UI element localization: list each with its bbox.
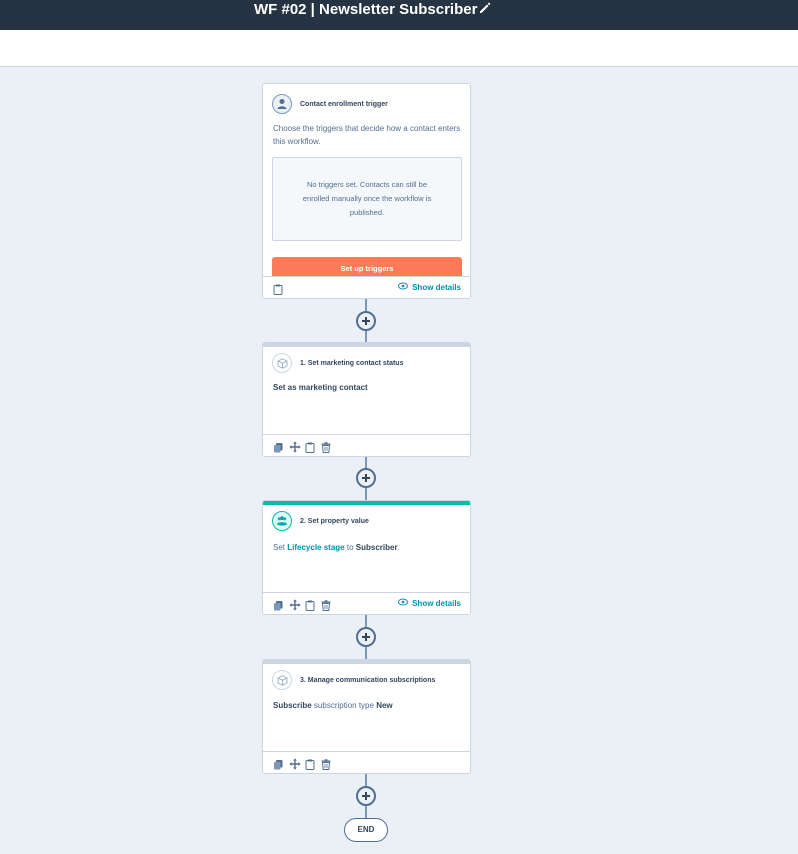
eye-icon <box>398 598 409 608</box>
move-icon[interactable] <box>289 598 301 611</box>
clipboard-icon[interactable] <box>305 598 317 611</box>
footer-actions <box>273 282 285 295</box>
card-accent-strip <box>263 501 470 505</box>
action-card[interactable]: 1. Set marketing contact status Set as m… <box>262 342 471 457</box>
card-header: 2. Set property value <box>272 511 369 531</box>
body-prefix: Set <box>273 543 286 552</box>
action-body: Subscribe subscription type New <box>273 699 462 712</box>
contact-icon <box>272 94 292 114</box>
action-body: Set as marketing contact <box>273 381 462 394</box>
action-card[interactable]: 3. Manage communication subscriptions Su… <box>262 659 471 774</box>
show-details-link[interactable]: Show details <box>398 598 461 608</box>
empty-state-text: No triggers set. Contacts can still be e… <box>302 180 432 217</box>
end-node: END <box>344 818 388 842</box>
card-header: 3. Manage communication subscriptions <box>272 670 435 690</box>
pencil-icon[interactable] <box>478 1 494 17</box>
set-up-triggers-button[interactable]: Set up triggers <box>272 257 462 277</box>
enrollment-trigger-card[interactable]: Contact enrollment trigger Choose the tr… <box>262 83 471 299</box>
add-action-button[interactable] <box>356 786 376 806</box>
workflow-title[interactable]: WF #02 | Newsletter Subscriber <box>254 1 477 19</box>
footer-actions <box>273 757 333 770</box>
card-footer <box>263 434 470 456</box>
copy-icon[interactable] <box>273 598 285 611</box>
add-action-button[interactable] <box>356 311 376 331</box>
action-body: Set Lifecycle stage to Subscriber. <box>273 541 462 554</box>
action-title: 2. Set property value <box>300 517 369 525</box>
clipboard-icon[interactable] <box>273 282 285 295</box>
add-action-button[interactable] <box>356 627 376 647</box>
card-footer <box>263 751 470 773</box>
card-footer: Show details <box>263 276 470 298</box>
property-value: Subscriber <box>355 543 398 552</box>
trigger-card-title: Contact enrollment trigger <box>300 100 388 108</box>
card-footer: Show details <box>263 592 470 614</box>
footer-actions <box>273 440 333 453</box>
action-title: 3. Manage communication subscriptions <box>300 676 436 684</box>
cube-icon <box>272 670 292 690</box>
subscription-action: Subscribe <box>273 701 312 710</box>
no-triggers-message: No triggers set. Contacts can still be e… <box>272 157 462 241</box>
top-bar: WF #02 | Newsletter Subscriber <box>0 0 798 30</box>
trash-icon[interactable] <box>321 757 333 770</box>
clipboard-icon[interactable] <box>305 757 317 770</box>
copy-icon[interactable] <box>273 440 285 453</box>
eye-icon <box>398 282 409 292</box>
clipboard-icon[interactable] <box>305 440 317 453</box>
body-suffix: . <box>397 543 400 552</box>
show-details-label: Show details <box>412 282 461 292</box>
subscription-type-value: New <box>376 701 393 710</box>
card-accent-strip <box>263 660 470 664</box>
cube-icon <box>272 353 292 373</box>
card-accent-strip <box>263 343 470 347</box>
trigger-description: Choose the triggers that decide how a co… <box>273 124 461 146</box>
move-icon[interactable] <box>289 440 301 453</box>
card-header: 1. Set marketing contact status <box>272 353 403 373</box>
show-details-label: Show details <box>412 598 461 608</box>
show-details-link[interactable]: Show details <box>398 282 461 292</box>
action-card[interactable]: 2. Set property value Set Lifecycle stag… <box>262 500 471 615</box>
card-header: Contact enrollment trigger <box>272 94 388 114</box>
trash-icon[interactable] <box>321 598 333 611</box>
body-connector: to <box>346 543 354 552</box>
toolbar <box>0 30 798 67</box>
footer-actions <box>273 598 333 611</box>
people-icon <box>272 511 292 531</box>
property-link[interactable]: Lifecycle stage <box>287 543 344 552</box>
add-action-button[interactable] <box>356 468 376 488</box>
move-icon[interactable] <box>289 757 301 770</box>
trash-icon[interactable] <box>321 440 333 453</box>
action-title: 1. Set marketing contact status <box>300 359 404 367</box>
copy-icon[interactable] <box>273 757 285 770</box>
action-summary: Set as marketing contact <box>273 383 368 392</box>
body-connector: subscription type <box>313 701 374 710</box>
